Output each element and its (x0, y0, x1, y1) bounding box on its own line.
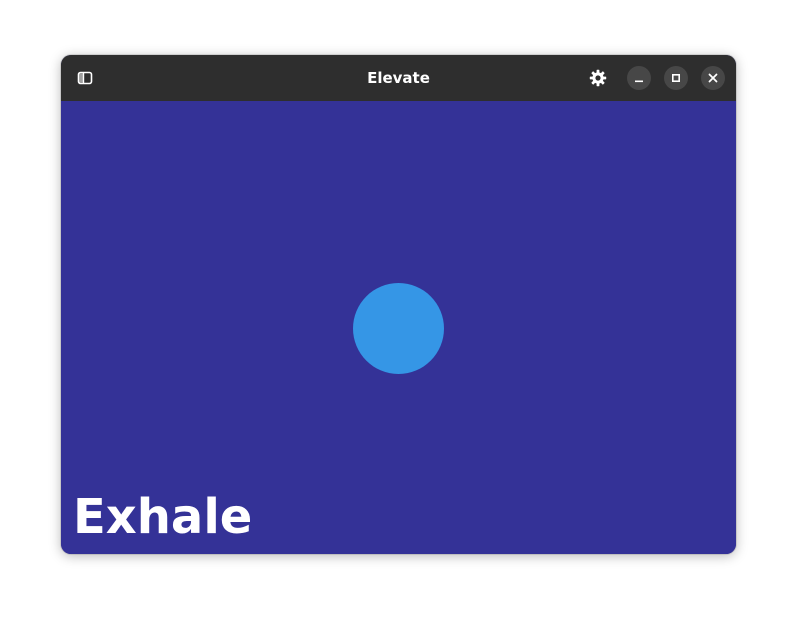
gear-icon (589, 69, 607, 87)
maximize-icon (671, 73, 681, 83)
settings-button[interactable] (584, 64, 612, 92)
minimize-icon (635, 80, 643, 83)
minimize-button[interactable] (627, 66, 651, 90)
header-bar: Elevate (61, 55, 736, 101)
sidebar-icon (77, 71, 93, 85)
close-icon (708, 73, 718, 83)
breathing-area: Exhale (61, 101, 736, 554)
app-window: Elevate Exhale (61, 55, 736, 554)
sidebar-toggle-button[interactable] (71, 64, 99, 92)
maximize-button[interactable] (664, 66, 688, 90)
breath-phase-label: Exhale (73, 489, 253, 545)
breathing-circle (353, 283, 444, 374)
close-button[interactable] (701, 66, 725, 90)
